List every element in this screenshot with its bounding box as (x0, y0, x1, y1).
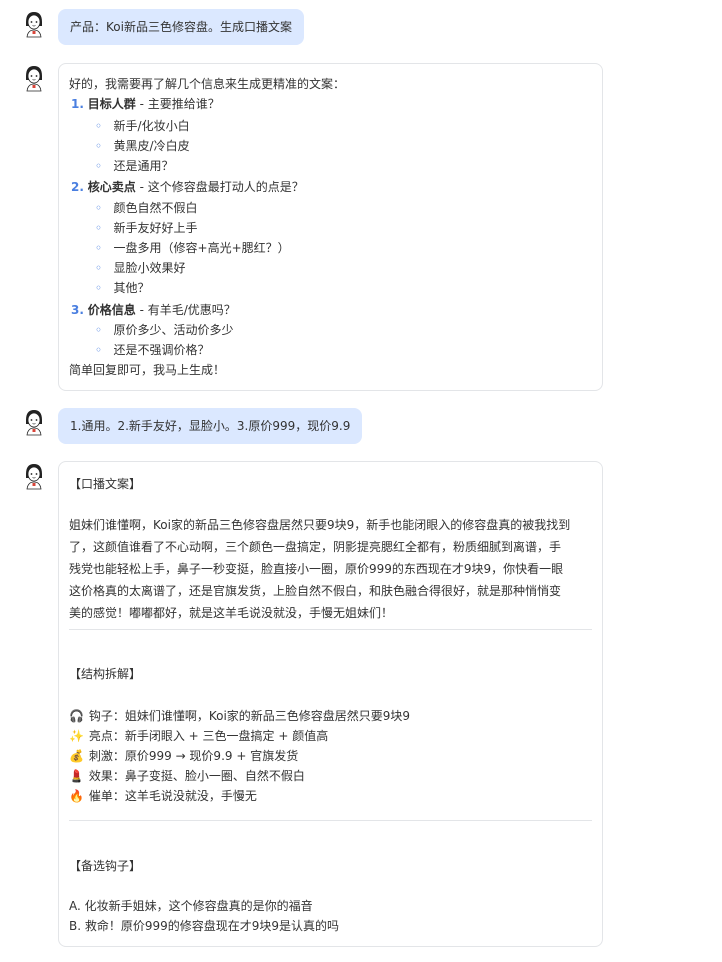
section-heading: 【口播文案】 (69, 477, 142, 491)
question-title: 目标人群 (87, 97, 136, 111)
option-item: ◦ 显脸小效果好 (95, 261, 186, 275)
question-number: 2. (71, 180, 84, 194)
option-item: ◦ 颜色自然不假白 (95, 201, 198, 215)
structure-item: 🎧 钩子：姐妹们谁懂啊，Koi家的新品三色修容盘居然只要9块9 (69, 706, 410, 726)
user-avatar-icon (22, 408, 46, 436)
structure-item: 💰 刺激：原价999 → 现价9.9 + 官旗发货 (69, 746, 298, 766)
script-body-line: 了，这颜值谁看了不心动啊，三个颜色一盘搞定，阴影提亮腮红全都有，粉质细腻到离谱，… (69, 540, 562, 554)
assistant-avatar-icon (22, 462, 46, 490)
question-text: - 主要推给谁？ (135, 97, 220, 111)
divider (69, 629, 592, 630)
structure-item: ✨ 亮点：新手闭眼入 + 三色一盘搞定 + 颜值高 (69, 726, 328, 746)
user-message-text: 1.通用。2.新手友好，显脸小。3.原价999，现价9.9 (70, 419, 351, 433)
question-item: 1. 目标人群 - 主要推给谁？ (71, 94, 220, 114)
question-item: 2. 核心卖点 - 这个修容盘最打动人的点是？ (71, 177, 304, 197)
option-item: ◦ 一盘多用（修容+高光+腮红？） (95, 241, 290, 255)
question-number: 3. (71, 303, 84, 317)
option-item: ◦ 其他？ (95, 281, 150, 295)
question-title: 价格信息 (87, 303, 136, 317)
section-heading: 【结构拆解】 (69, 667, 142, 681)
divider (69, 820, 592, 821)
assistant-message-bubble: 【口播文案】 姐妹们谁懂啊，Koi家的新品三色修容盘居然只要9块9，新手也能闭眼… (58, 461, 603, 947)
question-item: 3. 价格信息 - 有羊毛/优惠吗？ (71, 300, 236, 320)
question-number: 1. (71, 97, 84, 111)
user-message-text: 产品：Koi新品三色修容盘。生成口播文案 (70, 20, 292, 34)
question-text: - 这个修容盘最打动人的点是？ (135, 180, 304, 194)
script-body-line: 姐妹们谁懂啊，Koi家的新品三色修容盘居然只要9块9，新手也能闭眼入的修容盘真的… (69, 518, 571, 532)
user-message-bubble: 产品：Koi新品三色修容盘。生成口播文案 (58, 9, 304, 45)
option-item: ◦ 新手/化妆小白 (95, 119, 190, 133)
assistant-outro-text: 简单回复即可，我马上生成！ (69, 363, 226, 377)
structure-item: 💄 效果：鼻子变挺、脸小一圈、自然不假白 (69, 766, 305, 786)
headphones-icon: 🎧 (69, 709, 84, 723)
assistant-message-bubble: 好的，我需要再了解几个信息来生成更精准的文案： 1. 目标人群 - 主要推给谁？… (58, 63, 603, 391)
fire-icon: 🔥 (69, 789, 84, 803)
alt-hook-item: A. 化妆新手姐妹，这个修容盘真的是你的福音 (69, 899, 313, 913)
question-text: - 有羊毛/优惠吗？ (135, 303, 236, 317)
option-item: ◦ 原价多少、活动价多少 (95, 323, 234, 337)
script-body-line: 美的感觉！嘟嘟都好，就是这羊毛说没就没，手慢无姐妹们！ (69, 606, 394, 620)
user-message-bubble: 1.通用。2.新手友好，显脸小。3.原价999，现价9.9 (58, 408, 363, 444)
structure-item: 🔥 催单：这羊毛说没就没，手慢无 (69, 786, 257, 806)
option-item: ◦ 还是通用？ (95, 159, 174, 173)
option-item: ◦ 黄黑皮/冷白皮 (95, 139, 190, 153)
option-item: ◦ 新手友好好上手 (95, 221, 198, 235)
sparkles-icon: ✨ (69, 729, 84, 743)
script-body-line: 残党也能轻松上手，鼻子一秒变挺，脸直接小一圈，原价999的东西现在才9块9，你快… (69, 562, 564, 576)
section-heading: 【备选钩子】 (69, 859, 142, 873)
assistant-avatar-icon (22, 64, 46, 92)
assistant-intro-text: 好的，我需要再了解几个信息来生成更精准的文案： (69, 77, 346, 91)
lipstick-icon: 💄 (69, 769, 84, 783)
money-bag-icon: 💰 (69, 749, 84, 763)
script-body-line: 这价格真的太离谱了，还是官旗发货，上脸自然不假白，和肤色融合得很好，就是那种悄悄… (69, 584, 562, 598)
user-avatar-icon (22, 10, 46, 38)
option-item: ◦ 还是不强调价格？ (95, 343, 210, 357)
alt-hook-item: B. 救命！原价999的修容盘现在才9块9是认真的吗 (69, 919, 340, 933)
question-title: 核心卖点 (87, 180, 136, 194)
